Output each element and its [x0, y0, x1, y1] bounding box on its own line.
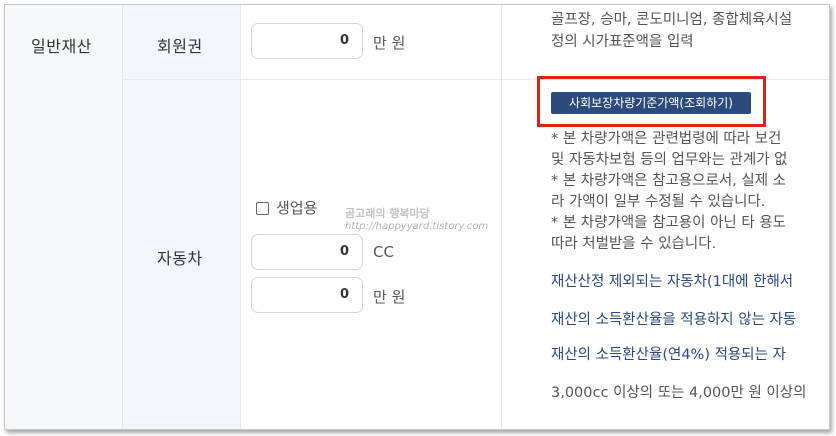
vehicle-link-no-income-conversion[interactable]: 재산의 소득환산율을 적용하지 않는 자동	[551, 310, 796, 331]
membership-unit: 만 원	[373, 34, 406, 52]
vehicle-price-unit: 만 원	[373, 288, 406, 306]
vehicle-note-6: 따라 처벌받을 수 있습니다.	[551, 236, 717, 252]
vehicle-note-4: 라 가액이 일부 수정될 수 있습니다.	[551, 194, 766, 210]
membership-label: 회원권	[157, 37, 203, 56]
business-use-checkbox[interactable]	[256, 202, 269, 215]
vehicle-price-input[interactable]: 0	[251, 277, 363, 313]
membership-desc-line-2: 정의 시가표준액을 입력	[551, 34, 694, 50]
asset-form-table: 일반재산 회원권 0 만 원 골프장, 승마, 콘도미니엄, 종합체육시설 정의…	[4, 4, 830, 430]
watermark-url: http://happyyard.tistory.com	[345, 221, 489, 232]
column-divider	[501, 5, 502, 429]
watermark-title: 곰고래의 행복마당	[345, 207, 430, 220]
category-column	[5, 5, 123, 429]
vehicle-cc-input[interactable]: 0	[251, 234, 363, 270]
vehicle-note-2: 및 자동차보험 등의 업무와는 관계가 없	[551, 152, 788, 168]
business-use-label: 생업용	[276, 199, 318, 217]
vehicle-link-excluded[interactable]: 재산산정 제외되는 자동차(1대에 한해서	[551, 272, 793, 293]
highlight-box	[537, 76, 766, 127]
membership-value-input[interactable]: 0	[251, 23, 363, 59]
vehicle-note-5: * 본 차량가액을 참고용이 아닌 타 용도	[551, 215, 787, 231]
vehicle-footnote: 3,000cc 이상의 또는 4,000만 원 이상의	[551, 385, 807, 401]
vehicle-note-3: * 본 차량가액은 참고용으로서, 실제 소	[551, 173, 787, 189]
membership-desc-line-1: 골프장, 승마, 콘도미니엄, 종합체육시설	[551, 12, 793, 28]
vehicle-link-income-conversion-4pct[interactable]: 재산의 소득환산율(연4%) 적용되는 자	[551, 345, 786, 366]
vehicle-cc-unit: CC	[373, 243, 394, 261]
item-label-column	[123, 5, 241, 429]
vehicle-label: 자동차	[157, 249, 203, 268]
vehicle-note-1: * 본 차량가액은 관련법령에 따라 보건	[551, 131, 782, 147]
watermark: 곰고래의 행복마당 http://happyyard.tistory.com	[345, 205, 488, 232]
category-label: 일반재산	[31, 37, 92, 56]
